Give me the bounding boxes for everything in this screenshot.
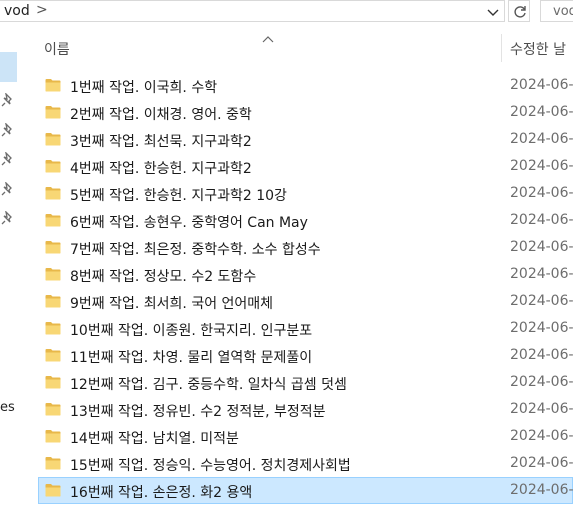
folder-row[interactable]: 3번째 작업. 최선묵. 지구과학2 2024-06-1 [38,126,573,153]
folder-icon [45,187,61,200]
folder-row[interactable]: 13번째 작업. 정유빈. 수2 정적분, 부정적분 2024-06-2 [38,396,573,423]
folder-row[interactable]: 14번째 작업. 남치열. 미적분 2024-06-2 [38,423,573,450]
folder-name: 14번째 작업. 남치열. 미적분 [70,431,239,447]
chevron-down-icon[interactable] [486,4,500,18]
navigation-pane: es [0,30,18,511]
date-modified: 2024-06-1 [510,77,573,93]
folder-icon [45,322,61,335]
folder-icon [45,133,61,146]
folder-icon [45,403,61,416]
folder-icon [45,430,61,443]
folder-icon [45,160,61,173]
folder-icon [45,457,61,470]
pin-icon[interactable] [1,122,15,137]
folder-name: 10번째 작업. 이종원. 한국지리. 인구분포 [70,323,313,339]
column-header-date-modified[interactable]: 수정한 날 [510,39,566,59]
date-modified: 2024-06-1 [510,158,573,174]
folder-name: 12번째 작업. 김구. 중등수학. 일차식 곱셈 덧셈 [70,377,347,393]
folder-name: 4번째 작업. 한승헌. 지구과학2 [70,161,252,177]
folder-row[interactable]: 15번째 직업. 정승익. 수능영어. 정치경제사회법 2024-06-2 [38,450,573,477]
pin-icon[interactable] [1,151,15,166]
folder-name: 9번째 작업. 최서희. 국어 언어매체 [70,296,274,312]
folder-name: 7번째 작업. 최은정. 중학수학. 소수 합성수 [70,242,321,258]
refresh-icon [514,6,526,18]
date-modified: 2024-06-1 [510,212,573,228]
folder-name: 1번째 작업. 이국희. 수학 [70,80,218,96]
folder-row[interactable]: 11번째 작업. 차영. 물리 열역학 문제풀이 2024-06-2 [38,342,573,369]
folder-name: 6번째 작업. 송현우. 중학영어 Can May [70,215,308,231]
date-modified: 2024-06-2 [510,320,573,336]
date-modified: 2024-06-2 [510,266,573,282]
date-modified: 2024-06-2 [510,347,573,363]
folder-name: 5번째 작업. 한승헌. 지구과학2 10강 [70,188,287,204]
folder-row[interactable]: 6번째 작업. 송현우. 중학영어 Can May 2024-06-1 [38,207,573,234]
pin-icon[interactable] [1,92,15,107]
date-modified: 2024-06-1 [510,239,573,255]
folder-row[interactable]: 5번째 작업. 한승헌. 지구과학2 10강 2024-06-1 [38,180,573,207]
sort-up-icon [262,28,274,43]
folder-icon [45,484,61,497]
nav-selected-item[interactable] [0,52,17,82]
address-bar[interactable]: vod > [0,0,505,22]
folder-row[interactable]: 2번째 작업. 이채경. 영어. 중학 2024-06-1 [38,99,573,126]
search-box[interactable]: vod [540,0,573,22]
folder-row[interactable]: 10번째 작업. 이종원. 한국지리. 인구분포 2024-06-2 [38,315,573,342]
date-modified: 2024-06-2 [510,428,573,444]
folder-icon [45,376,61,389]
folder-name: 3번째 작업. 최선묵. 지구과학2 [70,134,252,150]
search-input[interactable]: vod [553,4,573,19]
date-modified: 2024-06-1 [510,185,573,201]
address-path[interactable]: vod [4,3,30,19]
folder-name: 15번째 직업. 정승익. 수능영어. 정치경제사회법 [70,458,351,474]
folder-icon [45,349,61,362]
nav-item-label[interactable]: es [0,400,15,415]
folder-name: 11번째 작업. 차영. 물리 열역학 문제풀이 [70,350,313,366]
date-modified: 2024-06-3 [510,482,573,498]
pin-icon[interactable] [1,181,15,196]
folder-row[interactable]: 12번째 작업. 김구. 중등수학. 일차식 곱셈 덧셈 2024-06-2 [38,369,573,396]
folder-row[interactable]: 16번째 작업. 손은정. 화2 용액 2024-06-3 [38,477,573,504]
folder-name: 16번째 작업. 손은정. 화2 용액 [70,485,253,501]
date-modified: 2024-06-2 [510,293,573,309]
pin-icon[interactable] [1,210,15,225]
folder-icon [45,268,61,281]
folder-row[interactable]: 1번째 작업. 이국희. 수학 2024-06-1 [38,72,573,99]
folder-row[interactable]: 8번째 작업. 정상모. 수2 도함수 2024-06-2 [38,261,573,288]
refresh-button[interactable] [508,0,530,22]
column-header-name[interactable]: 이름 [44,39,70,59]
folder-icon [45,241,61,254]
date-modified: 2024-06-2 [510,455,573,471]
date-modified: 2024-06-2 [510,401,573,417]
folder-icon [45,79,61,92]
folder-row[interactable]: 9번째 작업. 최서희. 국어 언어매체 2024-06-2 [38,288,573,315]
folder-icon [45,106,61,119]
date-modified: 2024-06-1 [510,131,573,147]
file-list: 1번째 작업. 이국희. 수학2024-06-12번째 작업. 이채경. 영어.… [38,72,573,504]
date-modified: 2024-06-1 [510,104,573,120]
date-modified: 2024-06-2 [510,374,573,390]
folder-name: 2번째 작업. 이채경. 영어. 중학 [70,107,252,123]
folder-name: 8번째 작업. 정상모. 수2 도함수 [70,269,257,285]
folder-name: 13번째 작업. 정유빈. 수2 정적분, 부정적분 [70,404,326,420]
breadcrumb-separator-icon[interactable]: > [36,2,48,18]
folder-row[interactable]: 7번째 작업. 최은정. 중학수학. 소수 합성수 2024-06-1 [38,234,573,261]
folder-icon [45,295,61,308]
folder-row[interactable]: 4번째 작업. 한승헌. 지구과학2 2024-06-1 [38,153,573,180]
column-divider[interactable] [501,34,502,62]
folder-icon [45,214,61,227]
